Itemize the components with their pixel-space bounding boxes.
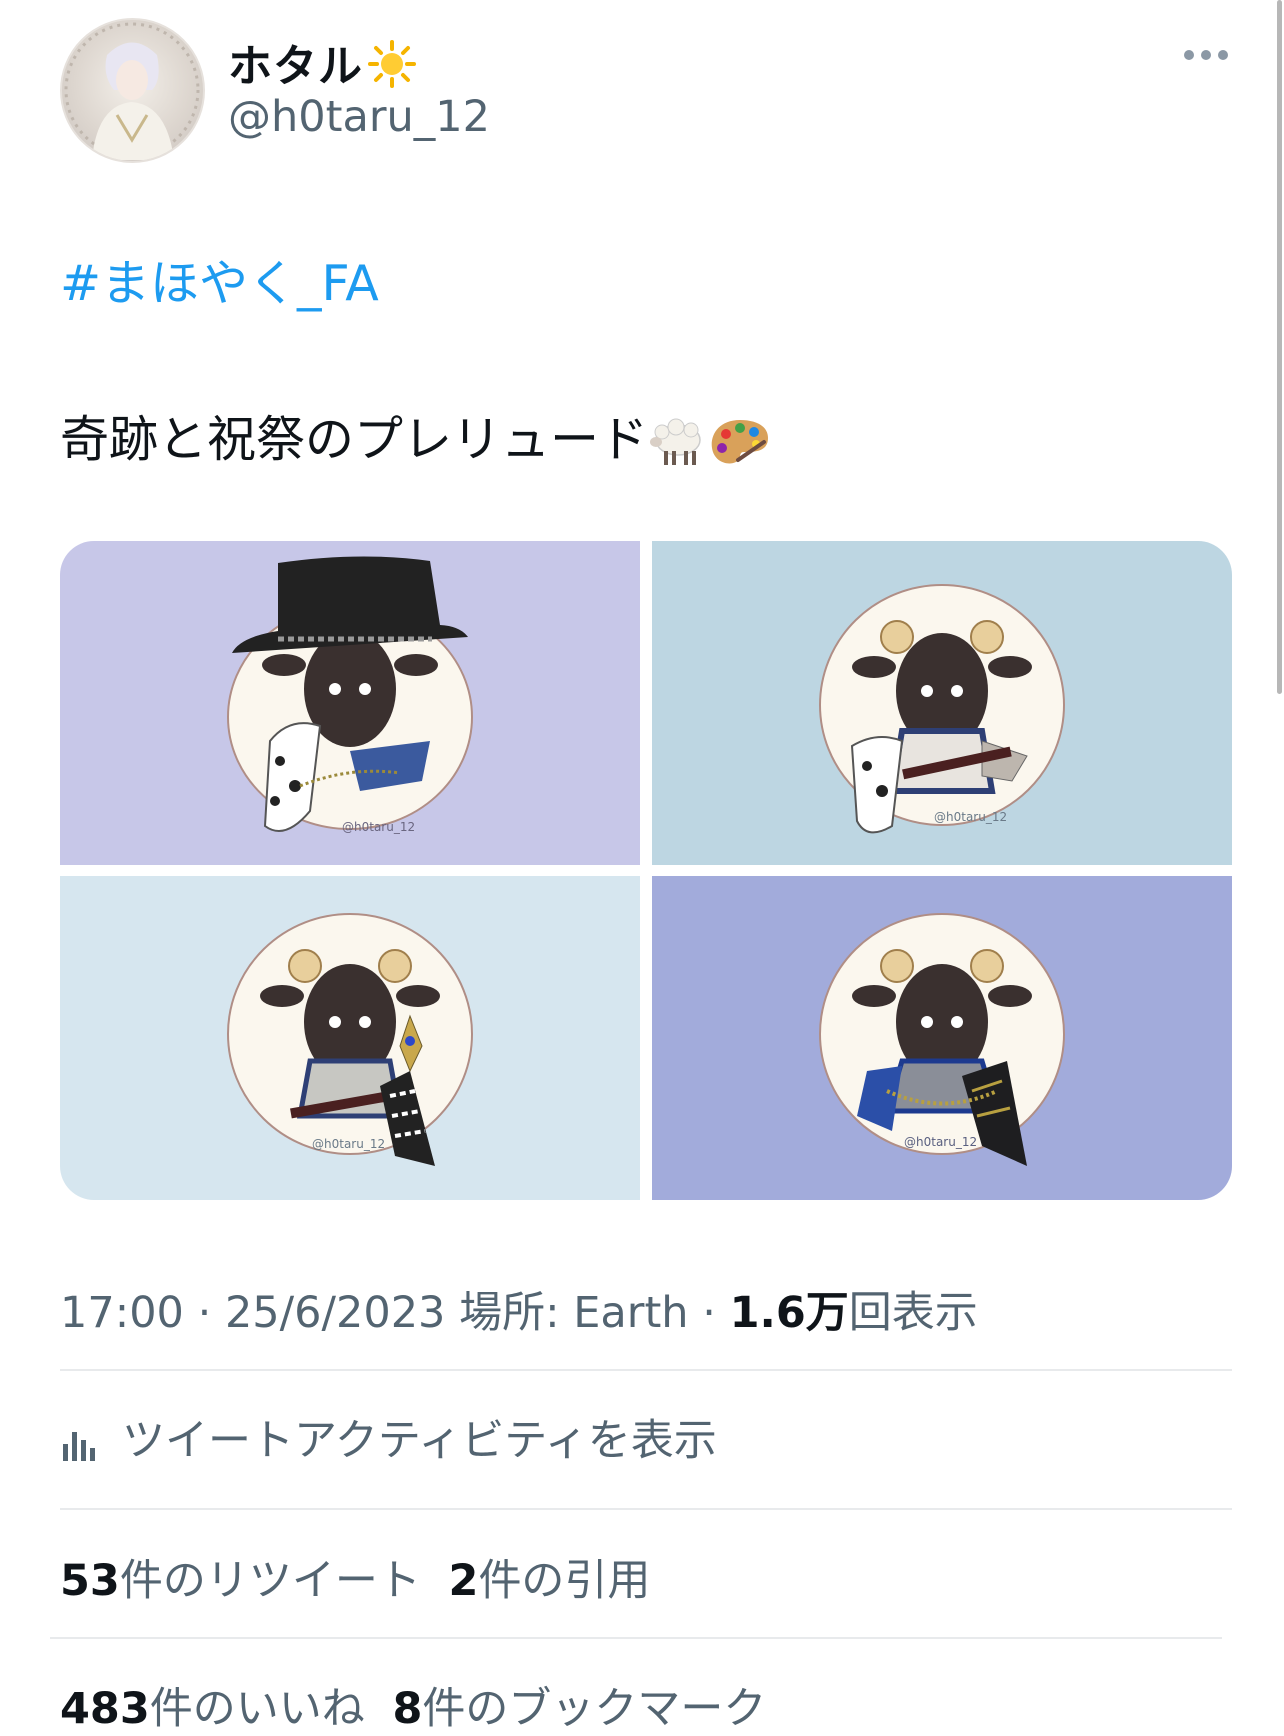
media-image-3[interactable]: @h0taru_12 [60,876,640,1200]
likes-count: 483 [60,1684,150,1734]
bookmarks-link[interactable]: 8件のブックマーク [392,1684,766,1734]
tweet-location[interactable]: 場所: Earth [459,1288,688,1338]
quotes-label: 件の引用 [478,1556,651,1606]
retweets-link[interactable]: 53件のリツイート [60,1556,421,1606]
tweet-date[interactable]: 25/6/2023 [225,1288,445,1338]
media-image-1[interactable]: @h0taru_12 [60,541,640,865]
likes-link[interactable]: 483件のいいね [60,1684,365,1734]
more-dot [1201,50,1211,60]
watermark-3: @h0taru_12 [312,1137,385,1151]
retweets-count: 53 [60,1556,120,1606]
meta-separator: · [197,1288,212,1338]
tweet-meta: 17:00 · 25/6/2023 場所: Earth · 1.6万回表示 [60,1278,978,1340]
bookmarks-count: 8 [392,1684,423,1734]
tweet-time[interactable]: 17:00 [60,1288,184,1338]
retweets-label: 件のリツイート [119,1556,421,1606]
media-image-4[interactable]: @h0taru_12 [652,876,1232,1200]
watermark-4: @h0taru_12 [904,1135,977,1149]
divider [60,1508,1232,1510]
more-options-icon[interactable] [1182,44,1230,64]
display-name[interactable]: ホタル [228,30,417,100]
divider [50,1637,1222,1639]
analytics-icon [60,1416,122,1466]
scrollbar[interactable] [1277,0,1282,694]
media-image-2[interactable]: @h0taru_12 [652,541,1232,865]
more-dot [1218,50,1228,60]
retweet-quote-stats: 53件のリツイート 2件の引用 [60,1546,650,1608]
quotes-link[interactable]: 2件の引用 [449,1556,651,1606]
tweet-text: 奇跡と祝祭のプレリュード [60,400,772,471]
tweet-activity-label: ツイートアクティビティを表示 [122,1416,717,1466]
hashtag-link[interactable]: #まほやく_FA [60,244,379,315]
more-dot [1184,50,1194,60]
quotes-count: 2 [448,1556,479,1606]
like-bookmark-stats: 483件のいいね 8件のブックマーク [60,1674,766,1736]
tweet-activity-link[interactable]: ツイートアクティビティを表示 [60,1406,717,1468]
sun-emoji-icon [367,39,417,100]
divider [60,1369,1232,1371]
display-name-text: ホタル [228,41,363,92]
palette-emoji-icon [708,411,772,468]
likes-label: 件のいいね [149,1684,365,1734]
views-count: 1.6万 [729,1288,849,1338]
views-label: 回表示 [848,1288,978,1338]
meta-separator: · [702,1288,716,1338]
tweet-text-content: 奇跡と祝祭のプレリュード [60,411,649,468]
sheep-emoji-icon [648,411,708,468]
avatar[interactable] [60,18,205,163]
watermark-1: @h0taru_12 [342,820,415,834]
watermark-2: @h0taru_12 [934,810,1007,824]
user-handle[interactable]: @h0taru_12 [228,92,490,142]
media-grid[interactable]: @h0taru_12 @h0taru_12 @h0taru_12 @h0taru… [60,541,1232,1200]
bookmarks-label: 件のブックマーク [422,1684,767,1734]
